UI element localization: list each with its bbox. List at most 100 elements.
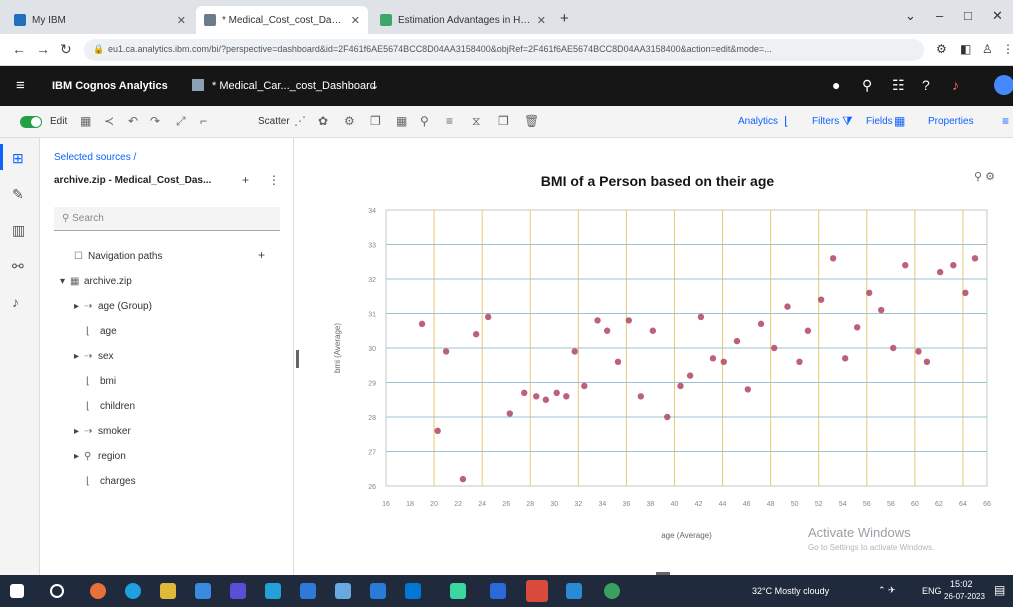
widgets-icon[interactable]: ▦	[80, 114, 91, 128]
close-icon[interactable]: ✕	[537, 14, 546, 27]
share-icon[interactable]: ≺	[104, 114, 114, 128]
document-title[interactable]: * Medical_Car..._cost_Dashboard	[212, 80, 376, 92]
sort-icon[interactable]: ≡	[446, 114, 453, 128]
redo-icon[interactable]: ↷	[150, 114, 160, 128]
back-arrow-icon[interactable]: ←	[12, 41, 26, 57]
new-tab-button[interactable]: +	[560, 10, 569, 27]
tree-item-region[interactable]: ▸ ⚲ region	[74, 451, 126, 462]
visualization-type-button[interactable]: Scatter	[258, 116, 290, 127]
analytics-button[interactable]: Analytics	[738, 116, 778, 127]
app-icon[interactable]	[90, 583, 106, 599]
filter-icon[interactable]: ⧖	[472, 114, 480, 129]
pin-chart-icon[interactable]: ⚲	[420, 114, 429, 128]
tab-dashboard[interactable]: * Medical_Cost_cost_Dashboard ✕	[196, 6, 368, 34]
app-icon[interactable]	[405, 583, 421, 599]
source-name[interactable]: archive.zip - Medical_Cost_Das...	[54, 175, 234, 186]
visualizations-icon[interactable]: ▥	[12, 222, 25, 239]
app-icon[interactable]	[265, 583, 281, 599]
tab-estimation[interactable]: Estimation Advantages in Health ✕	[372, 6, 554, 34]
grid-icon[interactable]: ▦	[396, 114, 407, 128]
app-icon[interactable]	[335, 583, 351, 599]
clock-date[interactable]: 26-07-2023	[944, 592, 985, 601]
settings-icon[interactable]: ⚙	[344, 114, 355, 128]
expand-arrow-icon[interactable]: ▸	[74, 451, 84, 462]
weather-status[interactable]: 32°C Mostly cloudy	[752, 586, 829, 596]
menu-kebab-icon[interactable]: ⋮	[1002, 42, 1013, 56]
hamburger-menu-icon[interactable]: ≡	[16, 77, 25, 94]
expand-arrow-icon[interactable]: ▸	[74, 351, 84, 362]
app-icon[interactable]	[300, 583, 316, 599]
close-icon[interactable]: ✕	[351, 14, 360, 27]
expand-arrow-icon[interactable]: ▾	[60, 276, 70, 287]
tree-item-charges[interactable]: ⌊ charges	[86, 476, 136, 487]
clock-time[interactable]: 15:02	[950, 579, 973, 589]
search-icon[interactable]	[50, 584, 64, 598]
expand-icon[interactable]: ⤢	[176, 114, 186, 129]
filters-button[interactable]: Filters	[812, 116, 839, 127]
language-indicator[interactable]: ENG	[922, 586, 942, 596]
add-navigation-path-button[interactable]: +	[258, 248, 265, 262]
store-icon[interactable]	[195, 583, 211, 599]
color-icon[interactable]: ✿	[318, 114, 328, 128]
notifications-icon[interactable]: ☷	[892, 77, 905, 94]
window-close-icon[interactable]: ✕	[992, 8, 1003, 24]
source-menu-icon[interactable]: ⋮	[268, 173, 280, 187]
tree-item-navigation-paths[interactable]: ☐ Navigation paths	[74, 251, 163, 262]
notification-icon[interactable]: ▤	[994, 583, 1005, 597]
panel-splitter[interactable]	[294, 138, 302, 575]
tree-item-smoker[interactable]: ▸ ⇢ smoker	[74, 426, 131, 437]
app-icon[interactable]	[370, 583, 386, 599]
sources-icon[interactable]: ⊞	[12, 150, 24, 167]
app-icon[interactable]	[566, 583, 582, 599]
tab-search-icon[interactable]: ⌄	[905, 8, 916, 24]
alert-bell-icon[interactable]: ♪	[952, 77, 959, 93]
tab-my-ibm[interactable]: My IBM ✕	[6, 6, 194, 34]
minimize-icon[interactable]: –	[936, 8, 943, 23]
help-icon[interactable]: ?	[922, 77, 930, 93]
assistant-icon[interactable]: ♪	[12, 294, 19, 310]
close-icon[interactable]: ✕	[177, 14, 186, 27]
app-icon[interactable]	[450, 583, 466, 599]
tree-item-archive[interactable]: ▾ ▦ archive.zip	[60, 276, 132, 287]
vscode-icon[interactable]	[490, 583, 506, 599]
url-field[interactable]: 🔒 eu1.ca.analytics.ibm.com/bi/?perspecti…	[84, 39, 924, 61]
pin-icon[interactable]: ⌐	[200, 114, 207, 128]
file-explorer-icon[interactable]	[160, 583, 176, 599]
layers-icon[interactable]: ❒	[498, 114, 509, 128]
reload-icon[interactable]: ↻	[60, 41, 72, 58]
chrome-icon[interactable]	[526, 580, 548, 602]
tree-item-sex[interactable]: ▸ ⇢ sex	[74, 351, 114, 362]
windows-start-icon[interactable]	[10, 584, 24, 598]
breadcrumb[interactable]: Selected sources /	[54, 152, 136, 163]
extension-icon[interactable]: ⚙	[936, 42, 947, 56]
maximize-icon[interactable]: □	[964, 8, 972, 23]
avatar[interactable]	[994, 75, 1013, 95]
sidebar-icon[interactable]: ◧	[960, 42, 971, 56]
delete-icon[interactable]: 🗑	[524, 114, 539, 128]
assistant-icon[interactable]: ●	[832, 77, 840, 93]
undo-icon[interactable]: ↶	[128, 114, 138, 128]
tree-item-bmi[interactable]: ⌊ bmi	[86, 376, 116, 387]
tree-item-children[interactable]: ⌊ children	[86, 401, 135, 412]
app-icon[interactable]	[230, 583, 246, 599]
search-input[interactable]: ⚲ Search	[54, 207, 280, 231]
tree-item-age[interactable]: ⌊ age	[86, 326, 117, 337]
chevron-down-icon[interactable]: ⌄	[370, 79, 379, 92]
splitter-grip[interactable]	[296, 350, 299, 368]
edge-icon[interactable]	[125, 583, 141, 599]
chevron-up-icon[interactable]: ⌃ ✈	[878, 585, 896, 596]
forward-arrow-icon[interactable]: →	[36, 41, 50, 57]
widgets-icon[interactable]: ⚯	[12, 258, 24, 275]
expand-arrow-icon[interactable]: ▸	[74, 426, 84, 437]
duplicate-icon[interactable]: ❐	[370, 114, 381, 128]
expand-arrow-icon[interactable]: ▸	[74, 301, 84, 312]
tree-item-age-group[interactable]: ▸ ⇢ age (Group)	[74, 301, 152, 312]
add-source-button[interactable]: +	[242, 173, 249, 187]
scatter-chart[interactable]: 16 18 20 22 24 26 28 30 32 34 36 38 40 42 44 46 48 50 52 54…	[302, 138, 1013, 575]
edit-mode-toggle[interactable]	[20, 116, 42, 128]
profile-icon[interactable]: ♙	[982, 42, 993, 56]
pin-icon[interactable]: ✎	[12, 186, 24, 203]
app-icon[interactable]	[604, 583, 620, 599]
properties-button[interactable]: Properties	[928, 116, 974, 127]
search-icon[interactable]: ⚲	[862, 77, 872, 94]
